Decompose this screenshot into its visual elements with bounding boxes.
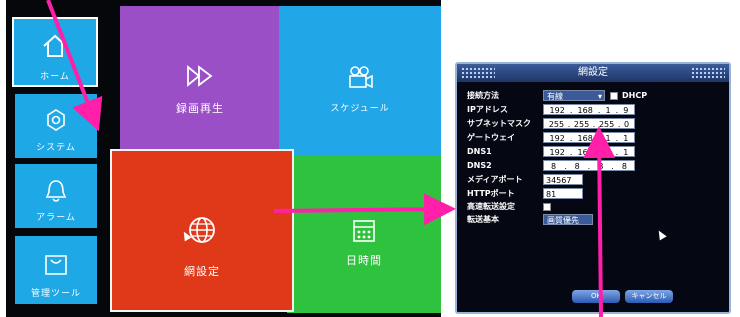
home-tile[interactable]: ホーム [12, 17, 98, 87]
bag-icon [15, 254, 97, 276]
ip-address-field[interactable]: 192. 168. 1. 9 [543, 104, 635, 115]
transfer-basis-label: 転送基本 [467, 215, 499, 224]
subnet-octet: 0 [624, 120, 630, 129]
datetime-label: 日時間 [346, 254, 382, 267]
fast-forward-icon [120, 64, 280, 88]
ok-button[interactable]: OK [572, 290, 620, 303]
title-dots-right-icon [691, 67, 725, 79]
http-port-label: HTTPポート [467, 189, 515, 198]
connection-label: 接続方法 [467, 91, 499, 100]
schedule-tile[interactable]: スケジュール [279, 6, 441, 156]
home-icon [14, 33, 96, 59]
dns2-octet: 8 [550, 162, 557, 171]
ip-octet: 192 [549, 106, 565, 115]
http-port-field[interactable]: 81 [543, 188, 583, 199]
dns2-octet: 8 [598, 162, 604, 171]
playback-label: 録画再生 [176, 102, 224, 115]
dns1-field[interactable]: 192. 168. 1. 1 [543, 146, 635, 157]
dns2-octet: 8 [574, 162, 580, 171]
management-tile[interactable]: 管理ツール [15, 236, 97, 304]
schedule-label: スケジュール [330, 104, 390, 114]
ip-octet: 9 [623, 106, 629, 115]
gateway-octet: 1 [605, 134, 611, 143]
media-port-field[interactable]: 34567 [543, 174, 583, 185]
dns1-octet: 1 [623, 148, 629, 157]
media-port-label: メディアポート [467, 175, 523, 184]
gateway-field[interactable]: 192. 168. 1. 1 [543, 132, 635, 143]
dns2-label: DNS2 [467, 161, 492, 170]
subnet-label: サブネットマスク [467, 119, 531, 128]
dialog-title: 網設定 [578, 67, 608, 78]
dns1-label: DNS1 [467, 147, 492, 156]
gateway-octet: 192 [549, 134, 565, 143]
connection-select[interactable]: 有線 ▾ [543, 90, 605, 101]
alarm-label: アラーム [36, 213, 76, 223]
datetime-tile[interactable]: 日時間 [287, 156, 441, 313]
bell-icon [15, 178, 97, 204]
playback-tile[interactable]: 録画再生 [120, 6, 280, 156]
system-tile[interactable]: システム [15, 94, 97, 158]
subnet-octet: 255 [573, 120, 590, 129]
main-menu: ホーム システム アラーム 管理ツール 録画再生 スケジュール 日時間 網設定 [6, 0, 441, 317]
dialog-title-bar: 網設定 [457, 64, 729, 82]
dns2-field[interactable]: 8.8.8.8 [543, 160, 635, 171]
chevron-down-icon: ▾ [597, 92, 602, 101]
mouse-cursor-icon [655, 228, 667, 241]
dhcp-label: DHCP [622, 91, 648, 100]
gateway-octet: 168 [577, 134, 593, 143]
alarm-tile[interactable]: アラーム [15, 164, 97, 228]
home-label: ホーム [40, 72, 70, 82]
ip-octet: 168 [577, 106, 593, 115]
gear-icon [15, 108, 97, 132]
calendar-icon [287, 218, 441, 244]
ip-octet: 1 [605, 106, 611, 115]
fast-transfer-checkbox[interactable] [543, 203, 551, 211]
network-label: 網設定 [184, 265, 220, 278]
subnet-octet: 255 [548, 120, 565, 129]
dhcp-checkbox[interactable] [610, 92, 618, 100]
ip-label: IPアドレス [467, 105, 508, 114]
title-dots-left-icon [461, 67, 495, 79]
system-label: システム [36, 143, 76, 153]
network-settings-dialog: 網設定 接続方法 有線 ▾ DHCP IPアドレス 192. 168. 1. 9 サブ… [455, 62, 731, 314]
transfer-basis-select[interactable]: 画質優先 [543, 214, 593, 225]
subnet-octet: 255 [598, 120, 615, 129]
management-label: 管理ツール [30, 289, 81, 299]
camera-icon [279, 64, 441, 90]
connection-value: 有線 [547, 92, 563, 101]
cancel-button[interactable]: キャンセル [625, 290, 673, 303]
gateway-octet: 1 [623, 134, 629, 143]
dns1-octet: 168 [577, 148, 593, 157]
gateway-label: ゲートウェイ [467, 133, 515, 142]
dns1-octet: 1 [605, 148, 611, 157]
globe-icon [112, 215, 292, 245]
dns1-octet: 192 [549, 148, 565, 157]
fast-transfer-label: 高速転送設定 [467, 202, 515, 211]
network-tile[interactable]: 網設定 [110, 149, 294, 312]
subnet-mask-field[interactable]: 255. 255. 255. 0 [543, 118, 635, 129]
dns2-octet: 8 [621, 162, 627, 171]
